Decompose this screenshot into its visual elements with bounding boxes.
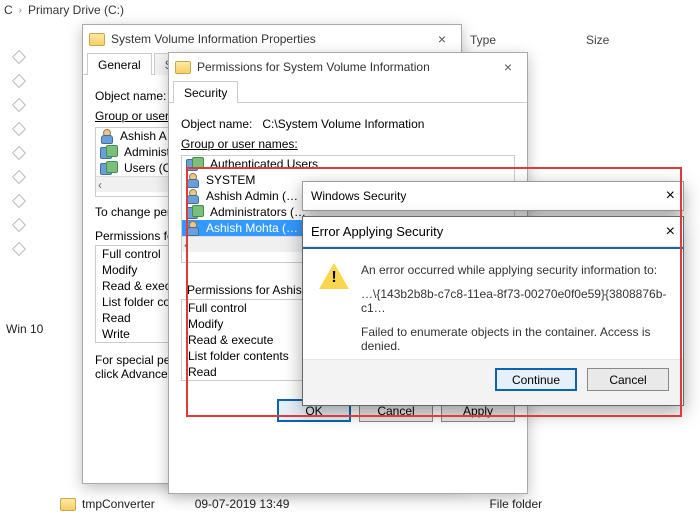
sidebar-item-win10[interactable]: Win 10 bbox=[6, 322, 43, 336]
error-line: An error occurred while applying securit… bbox=[361, 263, 667, 277]
close-icon[interactable]: × bbox=[429, 31, 455, 47]
close-icon[interactable]: × bbox=[495, 59, 521, 75]
pin-icon bbox=[12, 50, 26, 64]
error-path: …\{143b2b8b-c7c8-11ea-8f73-00270e0f0e59}… bbox=[361, 287, 667, 315]
chevron-right-icon: › bbox=[19, 5, 22, 16]
dialog-title: Error Applying Security bbox=[311, 224, 666, 239]
breadcrumb-seg[interactable]: C bbox=[4, 3, 13, 17]
user-icon bbox=[186, 173, 200, 187]
col-type[interactable]: Type bbox=[470, 33, 496, 47]
titlebar[interactable]: Permissions for System Volume Informatio… bbox=[169, 53, 527, 81]
user-icon bbox=[186, 189, 200, 203]
close-icon[interactable]: × bbox=[666, 223, 675, 241]
object-name-label: Object name: bbox=[95, 89, 166, 103]
explorer-item-row[interactable]: tmpConverter 09-07-2019 13:49 File folde… bbox=[60, 497, 690, 511]
item-kind: File folder bbox=[489, 497, 542, 511]
pin-icon bbox=[12, 98, 26, 112]
item-date: 09-07-2019 13:49 bbox=[195, 497, 290, 511]
pin-icon bbox=[12, 74, 26, 88]
breadcrumb-seg[interactable]: Primary Drive (C:) bbox=[28, 3, 124, 17]
col-size[interactable]: Size bbox=[586, 33, 609, 47]
quick-access-pins bbox=[14, 52, 24, 254]
error-dialog: Error Applying Security × An error occur… bbox=[302, 216, 684, 406]
object-name-value: C:\System Volume Information bbox=[262, 117, 424, 131]
users-icon bbox=[186, 157, 204, 171]
folder-icon bbox=[89, 33, 105, 46]
users-icon bbox=[100, 161, 118, 175]
user-icon bbox=[100, 129, 114, 143]
cancel-button[interactable]: Cancel bbox=[587, 368, 669, 391]
titlebar[interactable]: Windows Security × bbox=[303, 182, 683, 210]
pin-icon bbox=[12, 146, 26, 160]
folder-icon bbox=[60, 498, 76, 511]
tabs: Security bbox=[169, 81, 527, 103]
item-name: tmpConverter bbox=[82, 497, 155, 511]
users-icon bbox=[186, 205, 204, 219]
titlebar[interactable]: Error Applying Security × bbox=[303, 217, 683, 247]
pin-icon bbox=[12, 122, 26, 136]
group-label: Group or user names: bbox=[181, 137, 515, 151]
warning-icon bbox=[319, 263, 349, 289]
folder-icon bbox=[175, 61, 191, 74]
window-title: Windows Security bbox=[311, 189, 666, 203]
pin-icon bbox=[12, 218, 26, 232]
list-item[interactable]: Authenticated Users bbox=[182, 156, 514, 172]
pin-icon bbox=[12, 170, 26, 184]
scroll-left-icon[interactable]: ‹ bbox=[184, 238, 188, 252]
windows-security-window: Windows Security × bbox=[302, 181, 684, 211]
user-icon bbox=[186, 221, 200, 235]
pin-icon bbox=[12, 242, 26, 256]
close-icon[interactable]: × bbox=[666, 187, 675, 205]
continue-button[interactable]: Continue bbox=[495, 368, 577, 391]
window-title: Permissions for System Volume Informatio… bbox=[197, 60, 495, 74]
window-title: System Volume Information Properties bbox=[111, 32, 429, 46]
object-name-label: Object name: bbox=[181, 117, 252, 131]
scroll-left-icon[interactable]: ‹ bbox=[98, 178, 102, 192]
pin-icon bbox=[12, 194, 26, 208]
breadcrumb[interactable]: C › Primary Drive (C:) bbox=[4, 3, 124, 17]
tab-general[interactable]: General bbox=[87, 53, 152, 75]
error-line: Failed to enumerate objects in the conta… bbox=[361, 325, 667, 353]
tab-security[interactable]: Security bbox=[173, 81, 238, 103]
titlebar[interactable]: System Volume Information Properties × bbox=[83, 25, 461, 53]
users-icon bbox=[100, 145, 118, 159]
